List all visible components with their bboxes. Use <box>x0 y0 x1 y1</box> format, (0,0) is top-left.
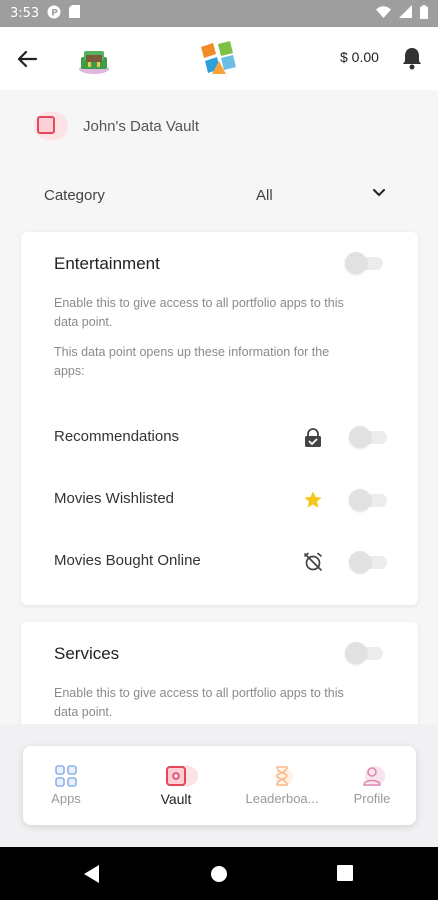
nav-apps[interactable]: Apps <box>38 746 94 825</box>
status-bar: 3:53 P <box>0 0 438 27</box>
star-icon <box>303 490 323 510</box>
entertainment-card: Entertainment Enable this to give access… <box>21 232 418 605</box>
app-logo-icon <box>199 41 237 77</box>
services-title: Services <box>54 644 120 663</box>
bottom-nav: Apps Vault Leaderboa... Profile <box>23 746 416 825</box>
hourglass-icon <box>271 765 293 787</box>
entertainment-toggle[interactable] <box>345 252 385 274</box>
entertainment-title: Entertainment <box>54 254 160 273</box>
wifi-icon <box>376 5 391 22</box>
nav-vault-label: Vault <box>160 791 192 807</box>
category-filter[interactable]: Category All <box>44 184 390 206</box>
system-recents-icon[interactable] <box>337 865 353 885</box>
movies-wishlisted-label: Movies Wishlisted <box>54 490 175 507</box>
movies-bought-online-label: Movies Bought Online <box>54 552 201 569</box>
status-time: 3:53 <box>10 6 40 21</box>
movies-wishlisted-toggle[interactable] <box>349 489 389 511</box>
signal-icon <box>399 5 412 22</box>
vault-icon <box>165 765 198 787</box>
movies-bought-online-toggle[interactable] <box>349 551 389 573</box>
battery-icon <box>420 4 428 23</box>
nav-leaderboard[interactable]: Leaderboa... <box>243 746 321 825</box>
lock-check-icon <box>303 428 323 448</box>
category-label: Category <box>44 186 105 204</box>
avatar[interactable] <box>78 45 110 75</box>
notification-p-icon: P <box>47 5 61 23</box>
bell-icon[interactable] <box>401 46 423 70</box>
wallet-balance[interactable]: $ 0.00 <box>340 49 379 65</box>
nav-leaderboard-label: Leaderboa... <box>245 791 319 806</box>
vault-title: John's Data Vault <box>83 117 199 135</box>
services-toggle[interactable] <box>345 642 385 664</box>
system-home-icon[interactable] <box>210 865 228 887</box>
alarm-off-icon <box>303 552 323 572</box>
nav-profile-label: Profile <box>353 791 391 806</box>
apps-grid-icon <box>55 765 77 787</box>
services-enable-desc: Enable this to give access to all portfo… <box>54 686 344 719</box>
vault-icon <box>34 112 68 140</box>
chevron-down-icon[interactable] <box>372 186 386 200</box>
system-nav-bar <box>0 847 438 900</box>
category-value[interactable]: All <box>256 187 273 204</box>
profile-icon <box>361 765 385 787</box>
entertainment-enable-desc: Enable this to give access to all portfo… <box>54 296 344 329</box>
nav-vault[interactable]: Vault <box>147 746 205 825</box>
sd-card-icon <box>69 5 81 22</box>
back-arrow-icon[interactable] <box>14 47 40 71</box>
recommendations-label: Recommendations <box>54 428 180 445</box>
nav-profile[interactable]: Profile <box>345 746 399 825</box>
recommendations-toggle[interactable] <box>349 426 389 448</box>
nav-apps-label: Apps <box>51 791 81 806</box>
vault-header: John's Data Vault <box>34 112 199 140</box>
app-bar: $ 0.00 <box>0 27 438 90</box>
system-back-icon[interactable] <box>84 865 100 887</box>
svg-text:P: P <box>52 8 59 18</box>
entertainment-opens-desc: This data point opens up these informati… <box>54 345 330 378</box>
